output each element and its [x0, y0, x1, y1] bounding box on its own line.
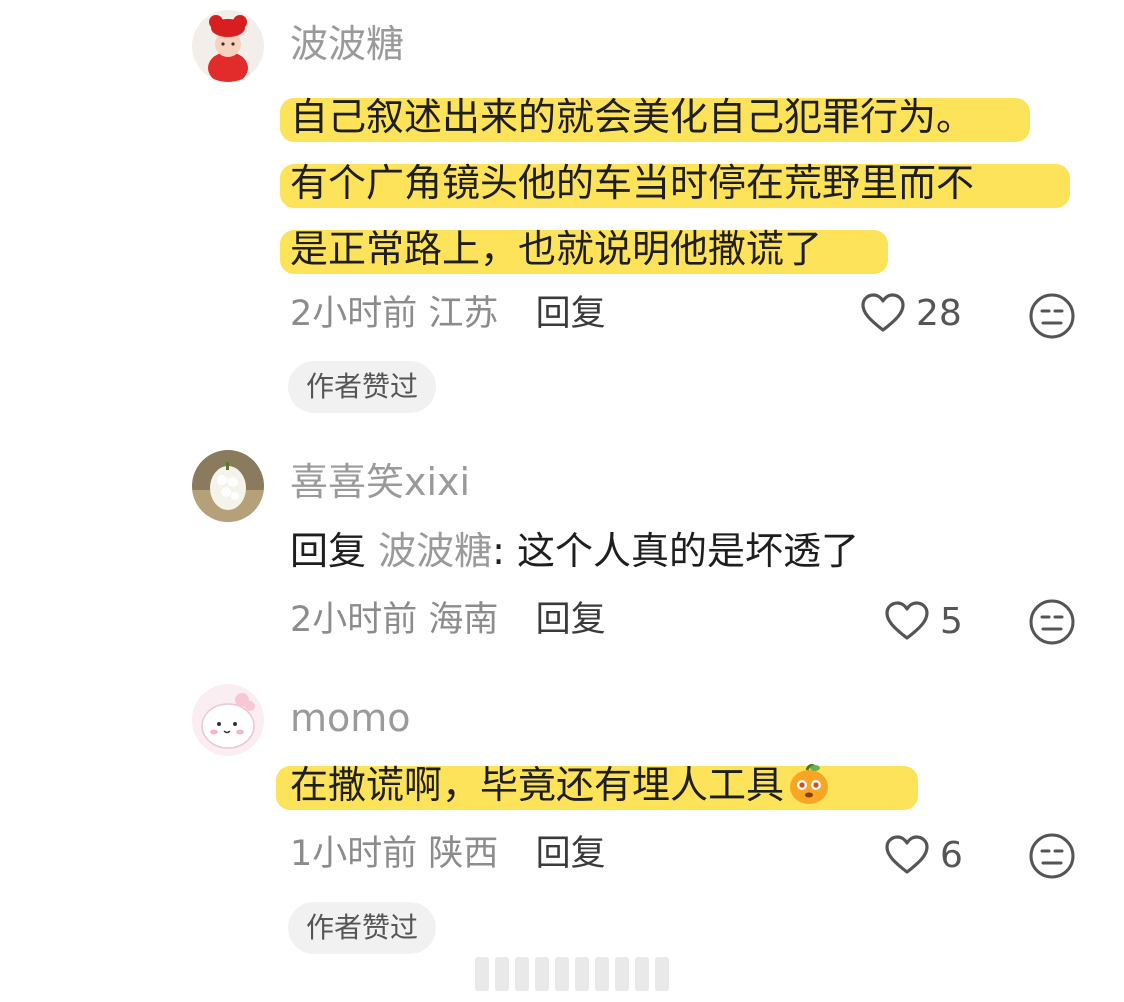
- location: 陕西: [428, 834, 499, 874]
- timestamp: 2小时前: [290, 600, 418, 640]
- comment-line-text: 有个广角镜头他的车当时停在荒野里而不: [290, 161, 975, 205]
- heart-outline-icon: [885, 835, 929, 874]
- watermark: [475, 957, 669, 991]
- heart-outline-icon: [861, 293, 905, 332]
- username[interactable]: 波波糖: [290, 22, 404, 66]
- comment-body: 在撒谎啊，毕竟还有埋人工具: [276, 752, 918, 818]
- username[interactable]: 喜喜笑xixi: [290, 460, 470, 504]
- like-count: 28: [916, 292, 962, 334]
- fruit-avatar-icon: [192, 450, 264, 522]
- comment-line-text: 自己叙述出来的就会美化自己犯罪行为。: [290, 95, 975, 139]
- author-liked-badge: 作者赞过: [288, 361, 437, 413]
- orange-emoji-icon: [790, 763, 829, 804]
- comment-line: 自己叙述出来的就会美化自己犯罪行为。: [280, 84, 1030, 150]
- comment-line-text: : 这个人真的是坏透了: [492, 529, 860, 573]
- comment-line: 是正常路上，也就说明他撒谎了: [280, 216, 974, 282]
- reply-prefix: 回复: [290, 529, 367, 573]
- reply-button[interactable]: 回复: [536, 834, 606, 874]
- neutral-face-icon[interactable]: [1028, 292, 1076, 340]
- heart-outline-icon: [885, 601, 929, 640]
- author-liked-badge: 作者赞过: [288, 902, 437, 954]
- comment-body: 自己叙述出来的就会美化自己犯罪行为。 有个广角镜头他的车当时停在荒野里而不 是正…: [280, 84, 1070, 282]
- like-count: 5: [940, 600, 963, 642]
- reply-button[interactable]: 回复: [536, 600, 606, 640]
- like-button[interactable]: 28: [860, 292, 962, 334]
- avatar[interactable]: [192, 450, 264, 522]
- comment-body: 回复 波波糖: 这个人真的是坏透了: [290, 518, 859, 584]
- timestamp: 1小时前: [290, 834, 418, 874]
- comment-meta: 2小时前 江苏 回复: [290, 294, 606, 334]
- cartoon-avatar-icon: [192, 684, 264, 756]
- username[interactable]: momo: [290, 696, 411, 740]
- like-button[interactable]: 6: [884, 834, 963, 876]
- comment-line: 有个广角镜头他的车当时停在荒野里而不: [280, 150, 1070, 216]
- comment-meta: 1小时前 陕西 回复: [290, 834, 606, 874]
- comment-line-text: 是正常路上，也就说明他撒谎了: [290, 227, 823, 271]
- reply-target-user[interactable]: 波波糖: [378, 529, 492, 573]
- neutral-face-icon[interactable]: [1028, 832, 1076, 880]
- neutral-face-icon[interactable]: [1028, 598, 1076, 646]
- comment-line: 在撒谎啊，毕竟还有埋人工具: [276, 752, 918, 818]
- location: 江苏: [428, 294, 499, 334]
- avatar[interactable]: [192, 10, 264, 82]
- comment-line: 回复 波波糖: 这个人真的是坏透了: [290, 518, 859, 584]
- baby-avatar-icon: [192, 10, 264, 82]
- comment-line-text: 在撒谎啊，毕竟还有埋人工具: [290, 763, 785, 807]
- like-count: 6: [940, 834, 963, 876]
- reply-button[interactable]: 回复: [536, 294, 606, 334]
- timestamp: 2小时前: [290, 294, 418, 334]
- like-button[interactable]: 5: [884, 600, 963, 642]
- avatar[interactable]: [192, 684, 264, 756]
- location: 海南: [428, 600, 499, 640]
- comment-meta: 2小时前 海南 回复: [290, 600, 606, 640]
